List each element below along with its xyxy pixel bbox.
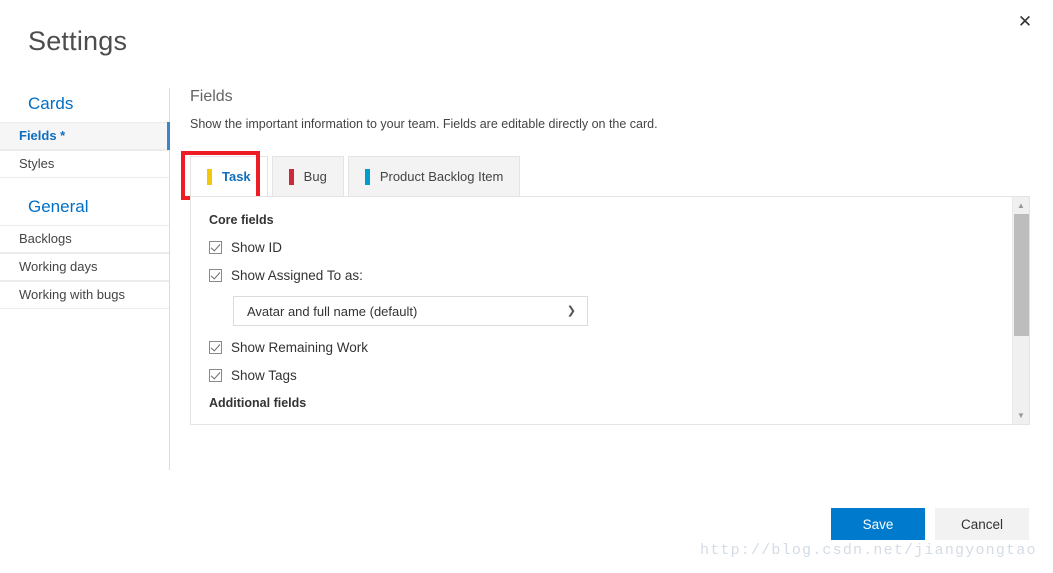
show-assigned-to-checkbox[interactable] bbox=[209, 269, 222, 282]
bug-color-swatch-icon bbox=[288, 168, 294, 185]
fields-scrollbar[interactable]: ▲ ▼ bbox=[1012, 197, 1029, 424]
show-tags-row[interactable]: Show Tags bbox=[209, 368, 1005, 383]
content-header: Fields Show the important information to… bbox=[190, 88, 1030, 147]
tab-label: Product Backlog Item bbox=[379, 169, 504, 184]
show-remaining-work-row[interactable]: Show Remaining Work bbox=[209, 340, 1005, 355]
sidebar-group-cards: Cards bbox=[28, 94, 74, 113]
work-item-type-tabs: Task Bug Product Backlog Item bbox=[190, 156, 524, 196]
additional-fields-description: Add up to 10 fields in the order that yo… bbox=[209, 423, 1005, 424]
core-fields-section-title: Core fields bbox=[209, 213, 274, 227]
fields-scroll-panel: Core fields Show ID Show Assigned To as:… bbox=[190, 196, 1030, 425]
cancel-button[interactable]: Cancel bbox=[935, 508, 1029, 540]
fields-list: Core fields Show ID Show Assigned To as:… bbox=[191, 197, 1005, 424]
additional-fields-section-title: Additional fields bbox=[209, 396, 307, 410]
close-icon: ✕ bbox=[1017, 11, 1033, 31]
show-remaining-work-label: Show Remaining Work bbox=[231, 340, 369, 355]
task-color-swatch-icon bbox=[207, 168, 212, 185]
tab-label: Bug bbox=[303, 169, 327, 184]
assigned-to-display-dropdown[interactable]: Avatar and full name (default) ❯ bbox=[233, 296, 588, 326]
sidebar-item-label: Backlogs bbox=[19, 231, 72, 246]
sidebar-item-working-days[interactable]: Working days bbox=[0, 253, 169, 281]
watermark: http://blog.csdn.net/jiangyongtao bbox=[700, 542, 1037, 559]
show-assigned-to-row[interactable]: Show Assigned To as: bbox=[209, 268, 1005, 283]
scroll-up-arrow-icon[interactable]: ▲ bbox=[1013, 197, 1029, 214]
tab-label: Task bbox=[222, 169, 251, 184]
settings-sidebar: Cards Fields * Styles General Backlogs W… bbox=[0, 88, 170, 470]
assigned-to-display-value: Avatar and full name (default) bbox=[247, 303, 418, 319]
show-remaining-work-checkbox[interactable] bbox=[209, 341, 222, 354]
tab-task[interactable]: Task bbox=[190, 156, 268, 196]
close-button[interactable]: ✕ bbox=[1005, 4, 1045, 38]
sidebar-item-working-with-bugs[interactable]: Working with bugs bbox=[0, 281, 169, 309]
chevron-down-icon: ❯ bbox=[566, 304, 576, 317]
sidebar-group-general: General bbox=[28, 197, 89, 216]
save-button[interactable]: Save bbox=[831, 508, 925, 540]
scroll-down-arrow-icon[interactable]: ▼ bbox=[1013, 407, 1029, 424]
show-tags-label: Show Tags bbox=[231, 368, 297, 383]
sidebar-item-styles[interactable]: Styles bbox=[0, 150, 169, 178]
sidebar-item-label: Fields * bbox=[19, 128, 66, 143]
content-heading: Fields bbox=[190, 88, 233, 105]
sidebar-item-backlogs[interactable]: Backlogs bbox=[0, 225, 169, 253]
sidebar-item-label: Working days bbox=[19, 259, 98, 274]
scrollbar-thumb[interactable] bbox=[1014, 214, 1029, 336]
show-id-row[interactable]: Show ID bbox=[209, 240, 1005, 255]
show-assigned-to-label: Show Assigned To as: bbox=[231, 268, 363, 283]
tab-bug[interactable]: Bug bbox=[271, 156, 344, 196]
pbi-color-swatch-icon bbox=[364, 168, 370, 185]
sidebar-item-fields[interactable]: Fields * bbox=[0, 122, 170, 150]
tab-product-backlog-item[interactable]: Product Backlog Item bbox=[347, 156, 521, 196]
sidebar-item-label: Styles bbox=[19, 156, 55, 171]
show-tags-checkbox[interactable] bbox=[209, 369, 222, 382]
show-id-label: Show ID bbox=[231, 240, 283, 255]
content-description: Show the important information to your t… bbox=[190, 117, 658, 131]
show-id-checkbox[interactable] bbox=[209, 241, 222, 254]
sidebar-item-label: Working with bugs bbox=[19, 287, 125, 302]
page-title: Settings bbox=[28, 26, 128, 56]
